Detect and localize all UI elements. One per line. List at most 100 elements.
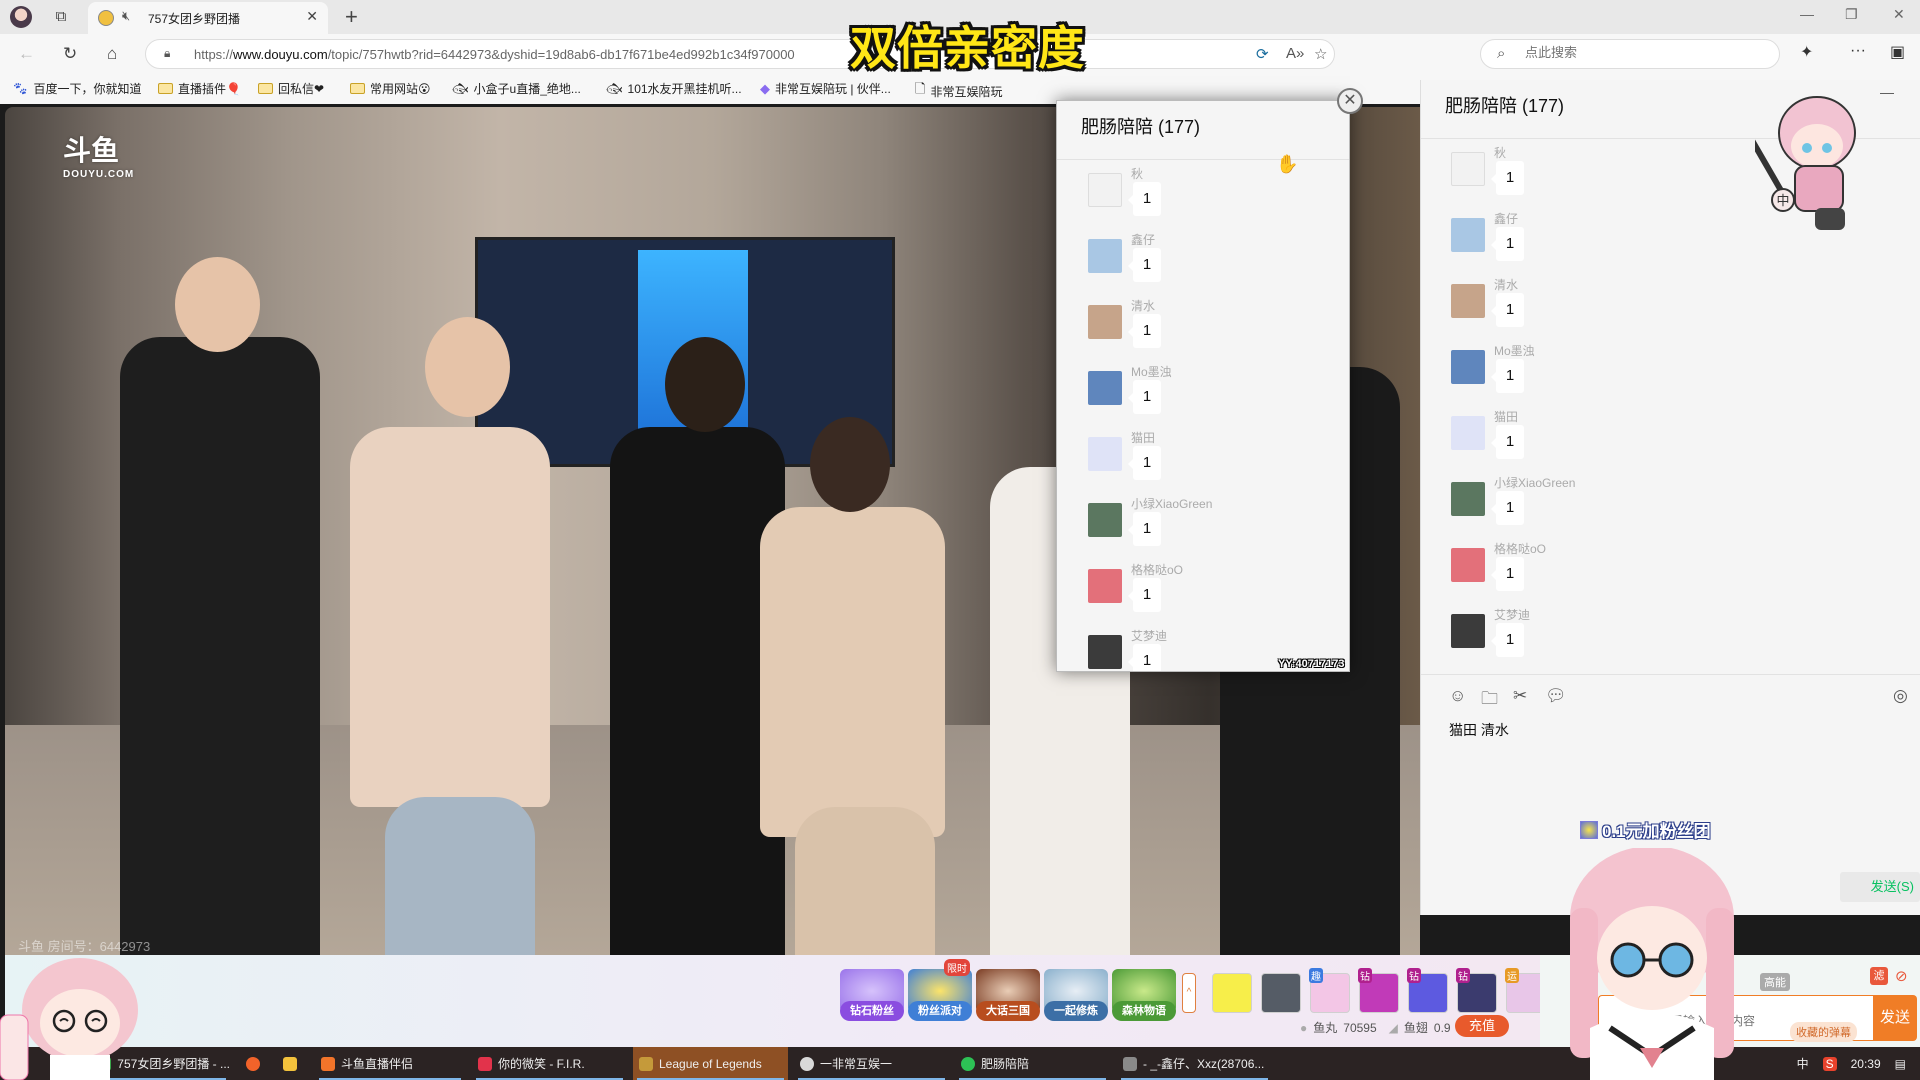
restore-window-button[interactable]: ❐ (1845, 6, 1858, 23)
message-bubble[interactable]: 1 (1128, 380, 1161, 414)
workspaces-icon[interactable]: ⧉ (52, 8, 70, 26)
more-menu-icon[interactable]: ··· (1850, 42, 1866, 60)
sidebar-toggle-icon[interactable]: ▣ (1890, 42, 1905, 62)
gift-forest-story[interactable]: 森林物语 (1112, 969, 1176, 1021)
bookmark-folder-private-msg[interactable]: 回私信❤ (258, 80, 324, 97)
message-bubble[interactable]: 1 (1128, 512, 1161, 546)
ime-indicator[interactable]: 中 (1797, 1055, 1809, 1072)
taskbar-item-chat-xinzai[interactable]: - _-鑫仔、Xxz(28706... (1117, 1047, 1272, 1080)
message-bubble[interactable]: 1 (1491, 293, 1524, 327)
bookmark-feichang[interactable]: 🗋 非常互娱陪玩 (915, 80, 1002, 102)
taskbar-item-feichang[interactable]: 一非常互娱一 (794, 1047, 949, 1080)
gift-diamond-fan[interactable]: 钻石粉丝 (840, 969, 904, 1021)
bookmark-101[interactable]: 🐟︎ 101水友开黑挂机听... (606, 80, 742, 97)
expand-gifts-button[interactable]: ^ (1182, 973, 1196, 1013)
refresh-icon[interactable]: ↻ (63, 44, 77, 64)
gift-item[interactable]: 趣 (1309, 968, 1350, 1013)
clock[interactable]: 20:39 (1851, 1057, 1881, 1071)
message-bubble[interactable]: 1 (1128, 644, 1161, 671)
gift-item[interactable]: 钻 (1456, 968, 1497, 1013)
muted-speaker-icon[interactable]: 🔇︎ (122, 8, 130, 24)
gift-item[interactable] (1261, 973, 1301, 1013)
avatar[interactable] (1088, 173, 1122, 207)
avatar[interactable] (1451, 482, 1485, 516)
favorite-star-icon[interactable]: ☆ (1314, 45, 1327, 63)
taskbar-item-league-of-legends[interactable]: League of Legends (633, 1047, 788, 1080)
chat-history-icon[interactable]: 💬︎ (1545, 686, 1567, 706)
message-bubble[interactable]: 1 (1128, 578, 1161, 612)
extensions-icon[interactable]: ✦ (1800, 42, 1813, 62)
fan-club-banner[interactable]: 0.1元加粉丝团 (1580, 817, 1711, 842)
taskbar-item-douyu-companion[interactable]: 斗鱼直播伴侣 (315, 1047, 465, 1080)
avatar[interactable] (1451, 350, 1485, 384)
bookmark-feichang-partner[interactable]: ◆ 非常互娱陪玩 | 伙伴... (760, 80, 891, 97)
browser-tab-active[interactable]: 🔇︎ 757女团乡野团播 ✕ (88, 2, 328, 34)
close-window-button[interactable]: ✕ (1893, 6, 1905, 23)
bookmark-baidu[interactable]: 🐾︎ 百度一下，你就知道 (12, 80, 142, 97)
avatar[interactable] (1088, 635, 1122, 669)
message-bubble[interactable]: 1 (1128, 446, 1161, 480)
message-bubble[interactable]: 1 (1491, 491, 1524, 525)
taskbar-item-music[interactable]: 你的微笑 - F.I.R. (472, 1047, 627, 1080)
avatar[interactable] (1088, 437, 1122, 471)
block-icon[interactable]: ⊘ (1895, 967, 1908, 985)
lock-icon[interactable]: 🔒︎ (164, 46, 170, 61)
taskbar-item-firefox[interactable] (240, 1047, 270, 1080)
message-bubble[interactable]: 1 (1491, 623, 1524, 657)
taskbar-item-file-explorer[interactable] (277, 1047, 307, 1080)
message-bubble[interactable]: 1 (1491, 359, 1524, 393)
sogou-ime-icon[interactable]: S (1822, 1056, 1837, 1071)
bookmark-folder-common-sites[interactable]: 常用网站😮 (350, 80, 431, 97)
gift-cultivate-together[interactable]: 一起修炼 (1044, 969, 1108, 1021)
voice-call-icon[interactable]: ◎ (1893, 686, 1908, 706)
avatar[interactable] (1088, 239, 1122, 273)
search-input[interactable] (1525, 45, 1765, 60)
gift-item[interactable] (1212, 973, 1252, 1013)
message-bubble[interactable]: 1 (1491, 161, 1524, 195)
search-box[interactable]: ⌕ (1480, 39, 1780, 69)
avatar[interactable] (1088, 371, 1122, 405)
avatar[interactable] (1451, 284, 1485, 318)
avatar[interactable] (1451, 416, 1485, 450)
favorite-danmaku-button[interactable]: 收藏的弹幕 (1790, 1022, 1857, 1042)
message-bubble[interactable]: 1 (1491, 557, 1524, 591)
avatar[interactable] (1088, 305, 1122, 339)
recharge-button[interactable]: 充值 (1455, 1015, 1509, 1037)
gift-item[interactable]: 钻 (1407, 968, 1448, 1013)
bookmark-xiaohezi[interactable]: 🐟︎ 小盒子u直播_绝地... (452, 80, 581, 97)
message-bubble[interactable]: 1 (1491, 425, 1524, 459)
avatar[interactable] (1451, 614, 1485, 648)
filter-button[interactable]: 滤 (1870, 967, 1888, 985)
message-bubble[interactable]: 1 (1491, 227, 1524, 261)
emoji-icon[interactable]: ☺ (1449, 686, 1466, 706)
notification-icon[interactable]: ▤ (1895, 1057, 1906, 1071)
close-tab-icon[interactable]: ✕ (306, 8, 318, 25)
chat-minimize-button[interactable]: — (1880, 84, 1894, 100)
profile-avatar[interactable] (10, 6, 32, 28)
new-tab-button[interactable]: + (345, 4, 358, 30)
message-bubble[interactable]: 1 (1128, 248, 1161, 282)
message-bubble[interactable]: 1 (1128, 182, 1161, 216)
url-text[interactable]: https://www.douyu.com/topic/757hwtb?rid=… (194, 47, 795, 62)
avatar[interactable] (1088, 503, 1122, 537)
back-arrow-icon[interactable]: ← (18, 44, 35, 64)
avatar[interactable] (1451, 218, 1485, 252)
read-aloud-icon[interactable]: A» (1286, 45, 1304, 62)
taskbar-item-wechat-group[interactable]: 肥肠陪陪 (955, 1047, 1110, 1080)
home-icon[interactable]: ⌂ (107, 44, 117, 64)
avatar[interactable] (1451, 152, 1485, 186)
message-bubble[interactable]: 1 (1128, 314, 1161, 348)
gift-item[interactable]: 钻 (1358, 968, 1399, 1013)
edge-refresh-icon[interactable]: ⟳ (1256, 45, 1269, 63)
bookmark-folder-live-plugins[interactable]: 直播插件🎈 (158, 80, 241, 97)
chat-send-button[interactable]: 发送(S) (1840, 872, 1920, 902)
minimize-window-button[interactable]: — (1800, 6, 1814, 22)
gift-fan-party[interactable]: 限时 粉丝派对 (908, 959, 972, 1021)
avatar[interactable] (1088, 569, 1122, 603)
popup-close-button[interactable]: ✕ (1337, 88, 1363, 114)
danmaku-send-button[interactable]: 发送 (1873, 995, 1917, 1041)
gift-dahua-sanguo[interactable]: 大话三国 (976, 969, 1040, 1021)
url-bar[interactable]: 🔒︎ https://www.douyu.com/topic/757hwtb?r… (145, 39, 1335, 69)
avatar[interactable] (1451, 548, 1485, 582)
folder-icon[interactable]: 🗀 (1481, 686, 1498, 715)
